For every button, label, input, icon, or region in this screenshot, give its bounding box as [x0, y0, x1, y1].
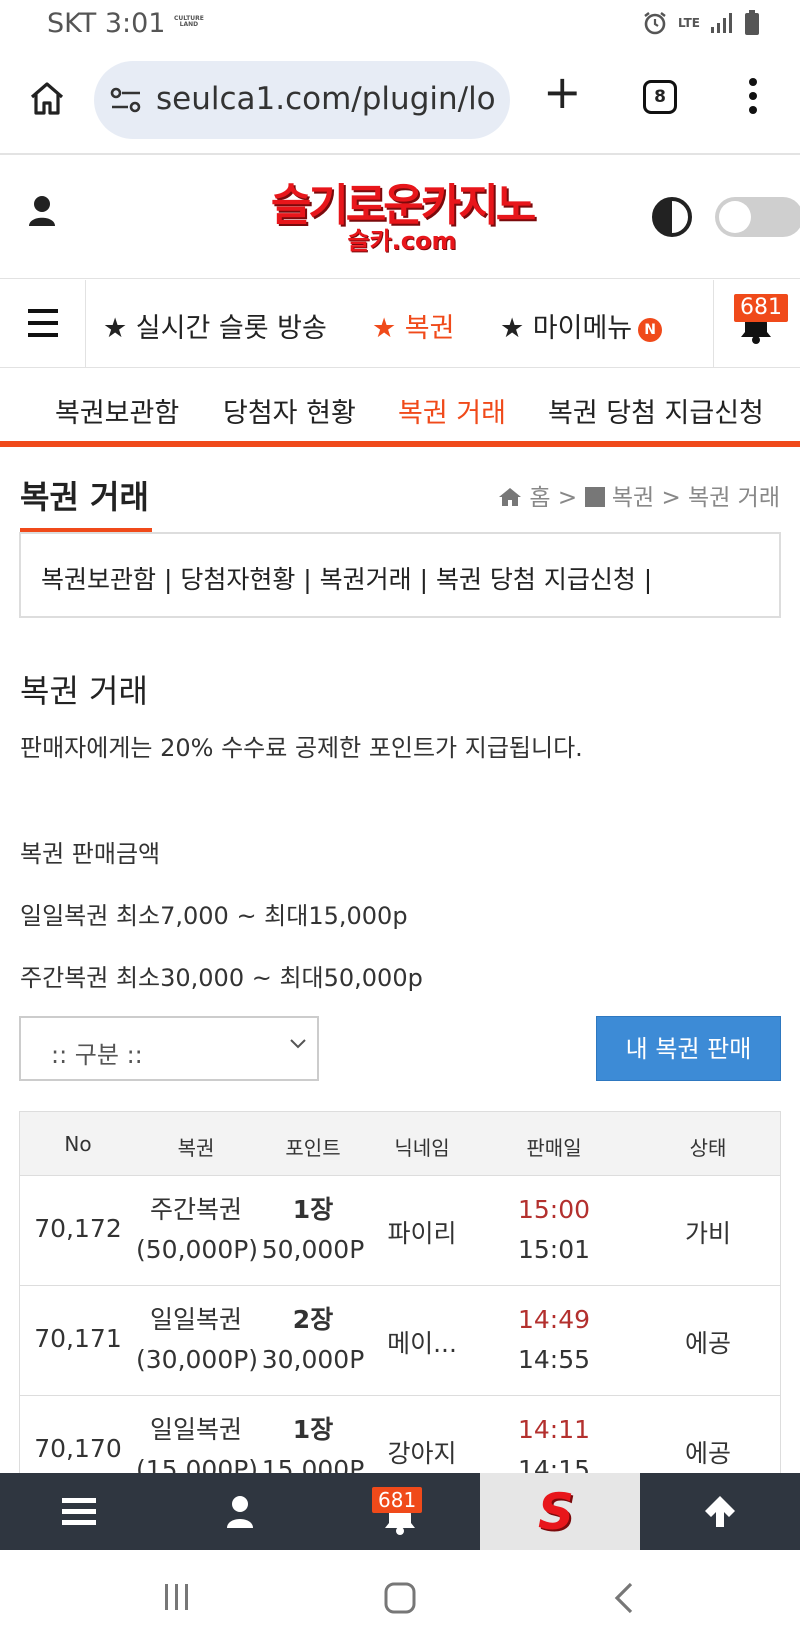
col-header-nickname: 닉네임 [394, 1136, 450, 1160]
bottom-menu-button[interactable] [0, 1473, 160, 1550]
cell-status: 가비 [684, 1219, 731, 1248]
address-bar[interactable]: seulca1.com/plugin/lo [94, 61, 510, 139]
home-small-icon[interactable] [498, 487, 522, 507]
price-heading: 복권 판매금액 [20, 840, 161, 868]
user-icon [227, 1496, 253, 1528]
alarm-icon [644, 12, 666, 35]
trade-table: No 복권 포인트 닉네임 판매일 상태 70,172 주간복권 (50,000P… [19, 1111, 781, 1507]
menu-icon [62, 1498, 96, 1525]
status-time: SKT 3:01 [47, 8, 166, 39]
recent-apps-icon[interactable] [162, 1582, 192, 1612]
site-settings-icon[interactable] [110, 87, 142, 113]
chevron-down-icon [290, 1039, 306, 1049]
subnav-item-trade[interactable]: 복권 거래 [398, 391, 506, 430]
cell-nickname: 파이리 [387, 1219, 457, 1248]
cell-no: 70,170 [34, 1434, 122, 1463]
bottom-notification-count-badge: 681 [372, 1487, 423, 1513]
site-logo[interactable]: 슬기로운카지노 슬카.com [257, 180, 547, 255]
col-header-status: 상태 [689, 1136, 727, 1160]
cell-points: 1장 50,000P [261, 1195, 365, 1264]
breadcrumb-home[interactable]: 홈 [529, 485, 550, 511]
subnav-item-storage[interactable]: 복권보관함 [55, 391, 179, 430]
cell-nickname: 강아지 [387, 1439, 457, 1468]
battery-icon [745, 10, 759, 35]
category-select-value: :: 구분 :: [51, 1041, 143, 1069]
notification-button[interactable]: 681 [713, 280, 800, 368]
more-menu-icon[interactable] [748, 77, 758, 115]
col-header-lottery: 복권 [177, 1136, 215, 1160]
quick-links[interactable]: 복권보관함 | 당첨자현황 | 복권거래 | 복권 당첨 지급신청 | [41, 560, 652, 596]
bottom-app-bar: 681 S [0, 1473, 800, 1550]
new-badge: N [638, 317, 663, 342]
bottom-notification-button[interactable]: 681 [320, 1473, 480, 1550]
status-bar: SKT 3:01 CULTURE LAND LTE [0, 0, 800, 50]
subnav-item-winners[interactable]: 당첨자 현황 [223, 391, 356, 430]
page-title: 복권 거래 [20, 478, 149, 516]
breadcrumb-section[interactable]: 복권 [612, 485, 654, 511]
breadcrumb-current: 복권 거래 [688, 485, 780, 511]
breadcrumb-separator: > [557, 485, 578, 511]
s-logo-icon: S [538, 1483, 575, 1541]
back-icon[interactable] [612, 1582, 636, 1614]
site-header: 슬기로운카지노 슬카.com [0, 157, 800, 279]
sub-nav: 복권보관함 당첨자 현황 복권 거래 복권 당첨 지급신청 [0, 369, 800, 447]
table-row[interactable]: 70,171 일일복권 (30,000P) 2장 30,000P 메이... 14:… [20, 1286, 780, 1396]
culture-land-mini-logo: CULTURE LAND [174, 15, 204, 28]
arrow-up-icon [705, 1496, 735, 1527]
home-button-icon[interactable] [384, 1582, 416, 1614]
cell-lottery: 주간복권 (50,000P) [136, 1195, 259, 1264]
breadcrumb-separator: > [661, 485, 681, 511]
sell-my-lottery-button[interactable]: 내 복권 판매 [596, 1016, 781, 1081]
android-nav-bar [0, 1550, 800, 1645]
nav-item-live-slot[interactable]: ★ 실시간 슬롯 방송 [103, 306, 327, 345]
tab-switcher-button[interactable]: 8 [643, 80, 677, 114]
hamburger-menu-icon[interactable] [0, 280, 86, 368]
nav-item-my-menu-label: ★ 마이메뉴 [500, 313, 633, 344]
logo-sub-text: 슬카.com [347, 227, 457, 255]
subnav-item-payout[interactable]: 복권 당첨 지급신청 [548, 391, 764, 430]
section-title: 복권 거래 [20, 672, 148, 710]
toggle-knob [719, 201, 751, 233]
cell-sale-date: 15:00 15:01 [517, 1195, 591, 1264]
url-text: seulca1.com/plugin/lo [156, 81, 496, 117]
square-icon [584, 487, 605, 507]
status-icons: LTE [642, 10, 760, 36]
col-header-sale-date: 판매일 [526, 1136, 582, 1160]
bottom-logo-button[interactable]: S [480, 1473, 640, 1550]
network-type: LTE [677, 16, 700, 30]
signal-icon [711, 13, 732, 33]
nav-item-my-menu[interactable]: ★ 마이메뉴 N [500, 306, 663, 345]
cell-no: 70,171 [34, 1324, 122, 1353]
table-row[interactable]: 70,172 주간복권 (50,000P) 1장 50,000P 파이리 15:00… [20, 1176, 780, 1286]
quick-links-box: 복권보관함 | 당첨자현황 | 복권거래 | 복권 당첨 지급신청 | [19, 532, 781, 618]
fee-notice: 판매자에게는 20% 수수료 공제한 포인트가 지급됩니다. [20, 734, 583, 762]
cell-lottery: 일일복권 (30,000P) [136, 1305, 259, 1374]
scroll-top-button[interactable] [640, 1473, 800, 1550]
col-header-no: No [64, 1132, 92, 1156]
cell-status: 에공 [684, 1439, 731, 1468]
category-select[interactable]: :: 구분 :: [19, 1016, 319, 1081]
col-header-points: 포인트 [285, 1136, 341, 1160]
cell-sale-date: 14:49 14:55 [517, 1305, 591, 1374]
nav-item-lottery[interactable]: ★ 복권 [372, 306, 454, 345]
browser-toolbar: seulca1.com/plugin/lo + 8 [0, 55, 800, 155]
weekly-price-range: 주간복권 최소30,000 ~ 최대50,000p [20, 964, 423, 992]
logo-main-text: 슬기로운카지노 [270, 180, 536, 231]
user-icon[interactable] [28, 195, 56, 227]
cell-nickname: 메이... [387, 1329, 457, 1358]
cell-no: 70,172 [34, 1214, 122, 1243]
notification-count-badge: 681 [734, 294, 788, 322]
bottom-user-button[interactable] [160, 1473, 320, 1550]
daily-price-range: 일일복권 최소7,000 ~ 최대15,000p [20, 902, 408, 930]
main-nav: ★ 실시간 슬롯 방송 ★ 복권 ★ 마이메뉴 N 681 [0, 280, 800, 368]
new-tab-icon[interactable]: + [543, 69, 582, 115]
cell-points: 2장 30,000P [261, 1305, 365, 1374]
home-icon[interactable] [28, 80, 66, 116]
cell-status: 에공 [684, 1329, 731, 1358]
dark-mode-toggle[interactable] [715, 197, 800, 237]
breadcrumb: 홈 > 복권 > 복권 거래 [498, 478, 780, 512]
contrast-icon[interactable] [652, 197, 692, 237]
table-header: No 복권 포인트 닉네임 판매일 상태 [20, 1112, 780, 1176]
